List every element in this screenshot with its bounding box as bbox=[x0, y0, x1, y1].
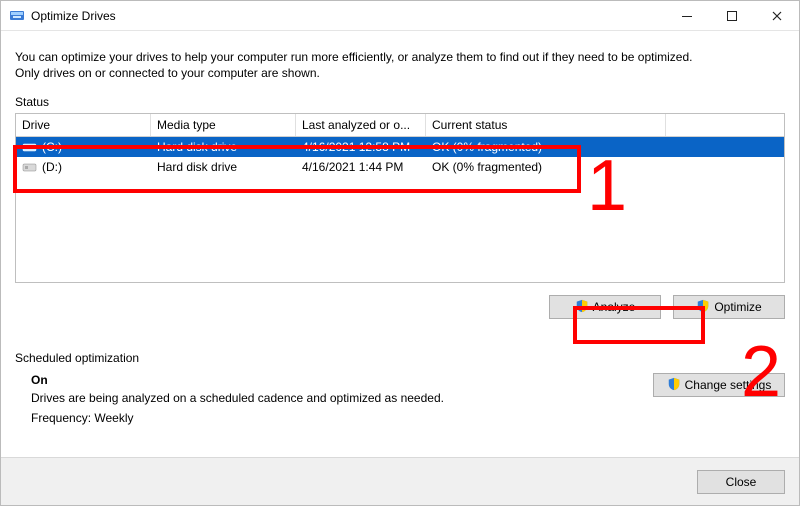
drive-last: 4/16/2021 12:58 PM bbox=[296, 140, 426, 154]
scheduled-on: On bbox=[31, 373, 653, 387]
drive-name: (D:) bbox=[42, 160, 62, 174]
col-drive[interactable]: Drive bbox=[16, 114, 151, 136]
analyze-label: Analyze bbox=[593, 300, 636, 314]
intro-text: You can optimize your drives to help you… bbox=[15, 49, 715, 81]
drives-list[interactable]: Drive Media type Last analyzed or o... C… bbox=[15, 113, 785, 283]
col-status[interactable]: Current status bbox=[426, 114, 666, 136]
drive-icon bbox=[22, 159, 38, 175]
drive-media: Hard disk drive bbox=[151, 140, 296, 154]
col-filler bbox=[666, 114, 784, 136]
drive-status: OK (0% fragmented) bbox=[426, 160, 666, 174]
scheduled-freq: Frequency: Weekly bbox=[31, 411, 653, 425]
change-settings-label: Change settings bbox=[685, 378, 772, 392]
app-icon bbox=[9, 8, 25, 24]
window-title: Optimize Drives bbox=[31, 9, 116, 23]
minimize-button[interactable] bbox=[664, 1, 709, 31]
scheduled-label: Scheduled optimization bbox=[15, 351, 785, 365]
close-label: Close bbox=[726, 475, 757, 489]
drive-icon bbox=[22, 139, 38, 155]
drive-row-d[interactable]: (D:) Hard disk drive 4/16/2021 1:44 PM O… bbox=[16, 157, 784, 177]
scheduled-desc: Drives are being analyzed on a scheduled… bbox=[31, 391, 653, 405]
change-settings-button[interactable]: Change settings bbox=[653, 373, 785, 397]
drives-header[interactable]: Drive Media type Last analyzed or o... C… bbox=[16, 114, 784, 137]
shield-icon bbox=[696, 299, 710, 316]
analyze-button[interactable]: Analyze bbox=[549, 295, 661, 319]
content-area: You can optimize your drives to help you… bbox=[1, 31, 799, 457]
optimize-label: Optimize bbox=[714, 300, 761, 314]
drive-status: OK (0% fragmented) bbox=[426, 140, 666, 154]
footer: Close bbox=[1, 457, 799, 505]
shield-icon bbox=[575, 299, 589, 316]
drive-media: Hard disk drive bbox=[151, 160, 296, 174]
col-last[interactable]: Last analyzed or o... bbox=[296, 114, 426, 136]
titlebar: Optimize Drives bbox=[1, 1, 799, 31]
drive-last: 4/16/2021 1:44 PM bbox=[296, 160, 426, 174]
col-media[interactable]: Media type bbox=[151, 114, 296, 136]
drive-row-c[interactable]: (C:) Hard disk drive 4/16/2021 12:58 PM … bbox=[16, 137, 784, 157]
drive-name: (C:) bbox=[42, 140, 62, 154]
shield-icon bbox=[667, 377, 681, 394]
maximize-button[interactable] bbox=[709, 1, 754, 31]
status-label: Status bbox=[15, 95, 785, 109]
close-button[interactable]: Close bbox=[697, 470, 785, 494]
optimize-button[interactable]: Optimize bbox=[673, 295, 785, 319]
close-window-button[interactable] bbox=[754, 1, 799, 31]
